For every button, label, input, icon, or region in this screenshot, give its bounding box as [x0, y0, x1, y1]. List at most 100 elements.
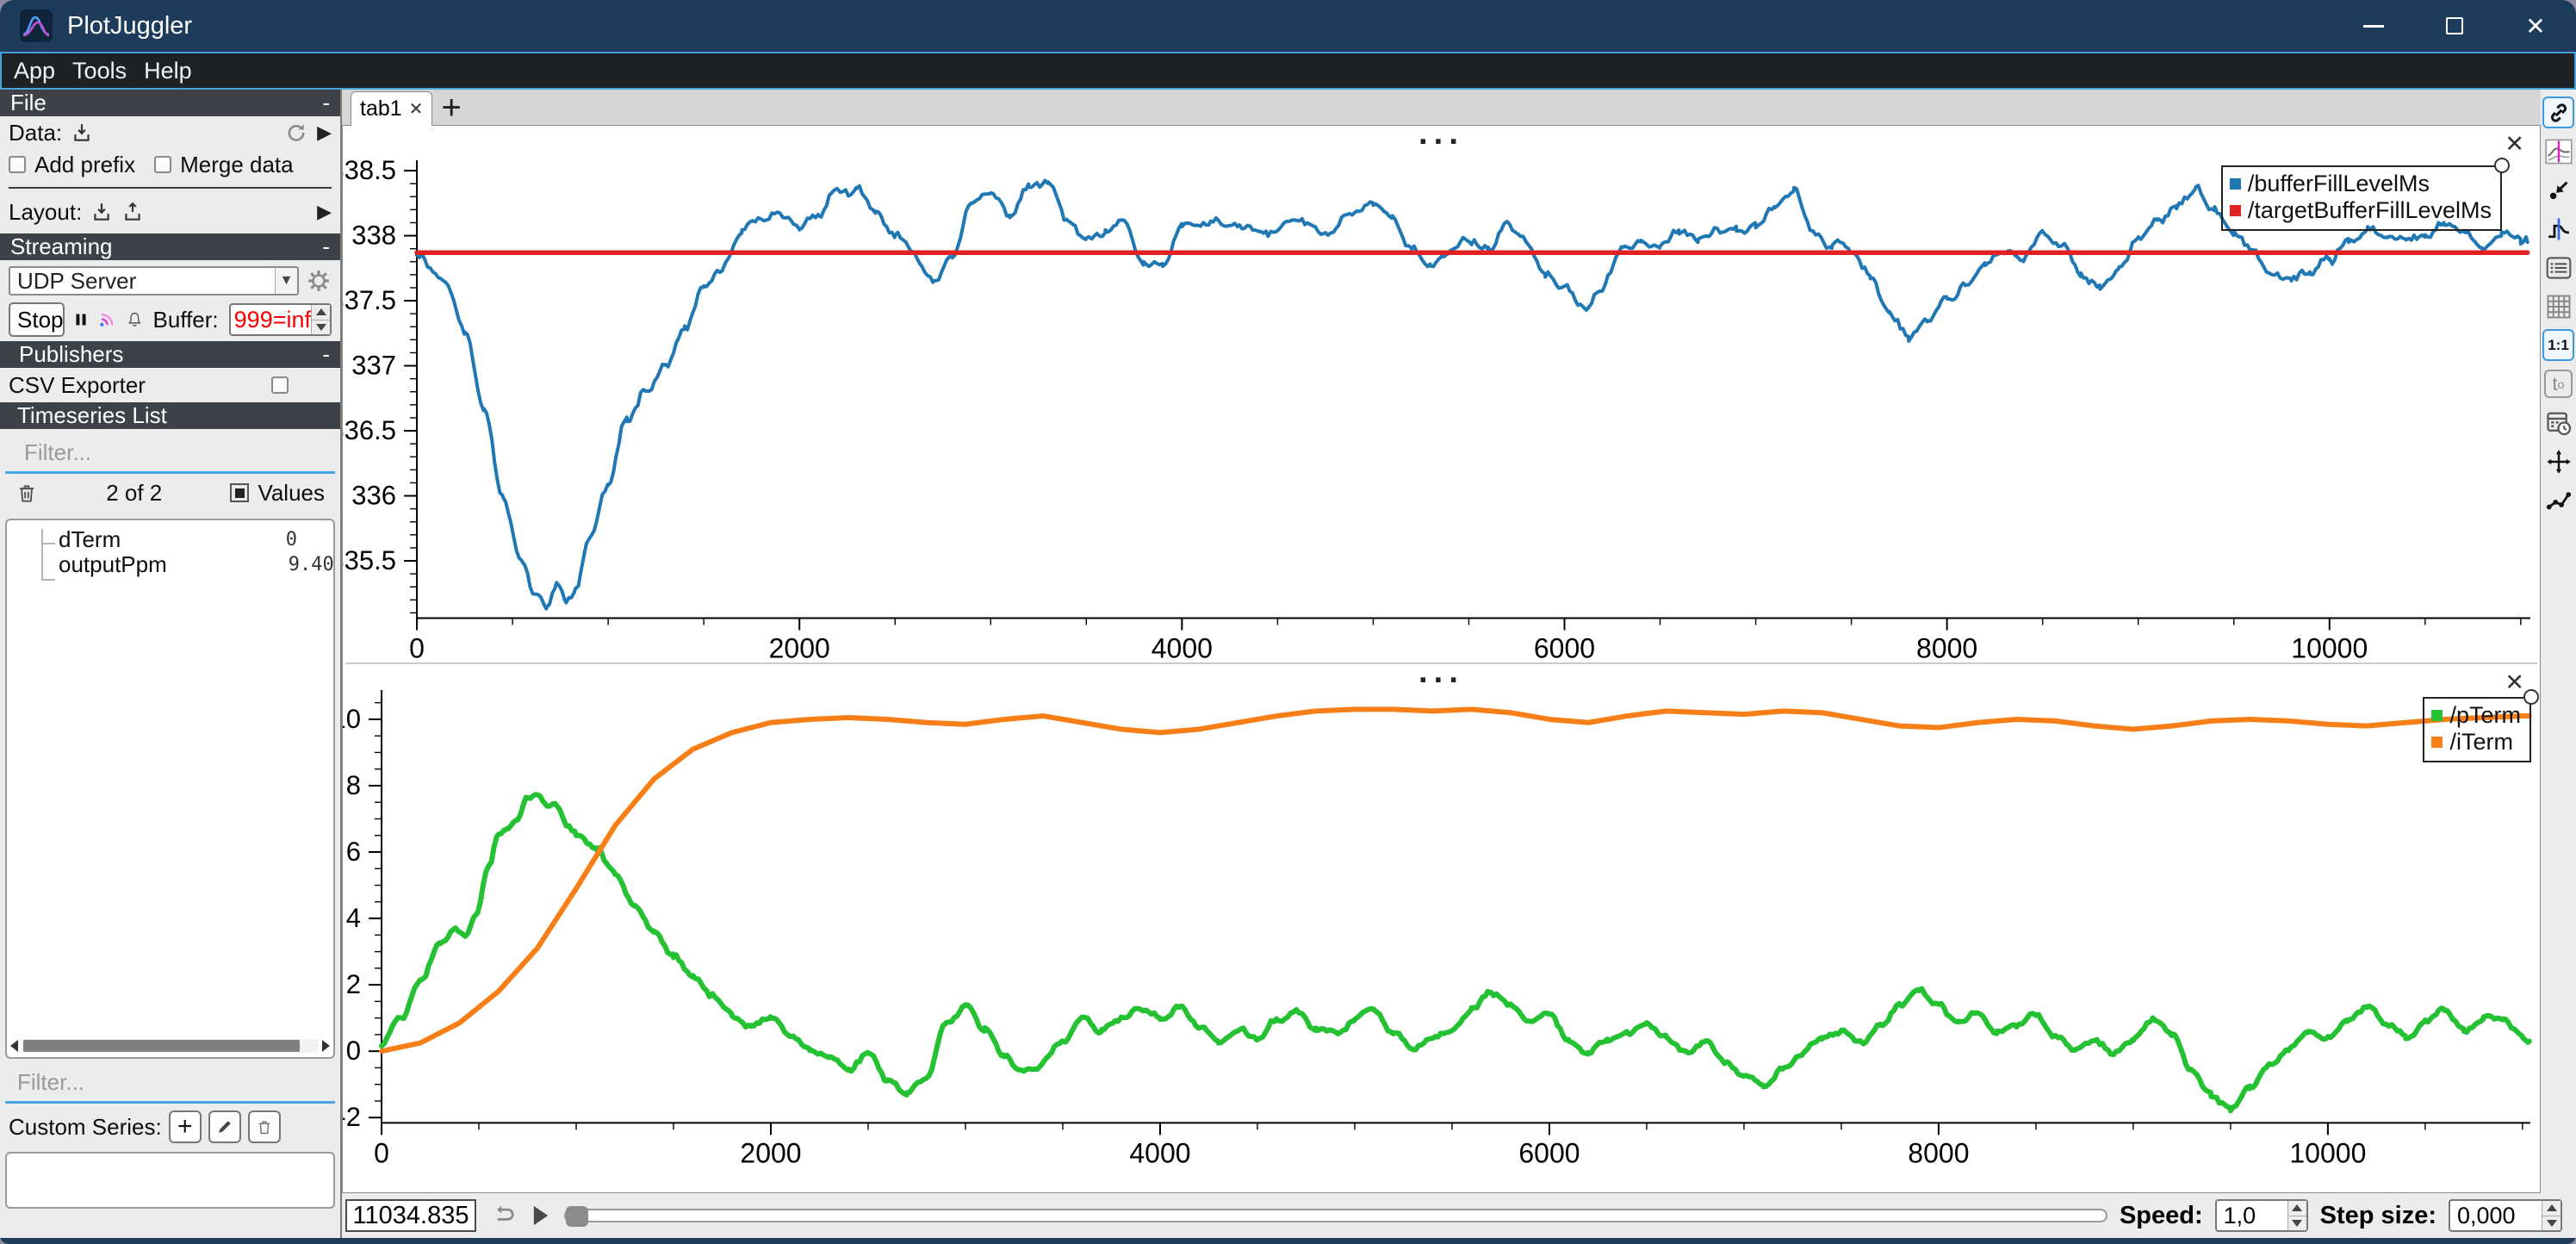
tree-horizontal-scrollbar[interactable] [10, 1038, 330, 1054]
line-style-button[interactable] [2542, 484, 2574, 516]
plot-legend[interactable]: /bufferFillLevelMs/targetBufferFillLevel… [2221, 165, 2502, 231]
tab-tab1[interactable]: tab1 ✕ [351, 91, 432, 126]
timeline-slider[interactable] [564, 1209, 2107, 1222]
timeseries-count-row: 2 of 2 Values [0, 474, 340, 512]
section-timeseries-list[interactable]: Timeseries List [0, 402, 340, 429]
data-menu-arrow-icon[interactable]: ▶ [317, 121, 332, 144]
values-checkbox[interactable] [230, 483, 249, 502]
loop-icon[interactable] [488, 1203, 518, 1228]
pid-terms-chart[interactable]: -202468100200040006000800010000 [343, 664, 2540, 1191]
streaming-options-gear-icon[interactable] [306, 268, 332, 294]
y-tick-label: 4 [346, 903, 361, 933]
datetime-button[interactable] [2542, 407, 2574, 439]
stream-notifications-icon[interactable] [97, 308, 116, 332]
relative-time-button[interactable]: to [2542, 368, 2574, 400]
grid-layout-button[interactable] [2542, 290, 2574, 322]
add-custom-series-button[interactable]: + [169, 1110, 202, 1143]
legend-item[interactable]: /bufferFillLevelMs [2230, 171, 2492, 197]
plot-drag-handle[interactable]: ··· [343, 666, 2540, 695]
x-tick-label: 6000 [1518, 1137, 1580, 1168]
scrollbar-thumb[interactable] [23, 1040, 300, 1052]
legend-resize-grip[interactable] [2494, 158, 2510, 173]
csv-exporter-checkbox[interactable] [271, 376, 289, 394]
buffer-spinbox[interactable]: 999=inf [229, 303, 332, 336]
legend-item[interactable]: /iTerm [2431, 729, 2521, 756]
x-tick-label: 0 [374, 1137, 389, 1168]
collapse-file-icon[interactable]: - [322, 90, 330, 116]
menu-app[interactable]: App [14, 58, 55, 84]
trash-icon [256, 1117, 273, 1136]
layout-menu-arrow-icon[interactable]: ▶ [317, 201, 332, 223]
alerts-bell-icon[interactable] [127, 308, 143, 332]
legend-item[interactable]: /targetBufferFillLevelMs [2230, 197, 2492, 224]
ratio-1-1-button[interactable]: 1:1 [2542, 329, 2574, 361]
section-streaming[interactable]: Streaming - [0, 233, 340, 260]
delete-series-trash-icon[interactable] [16, 481, 38, 505]
close-plot-icon[interactable]: ✕ [2505, 133, 2524, 156]
pan-view-button[interactable] [2542, 445, 2574, 477]
custom-series-list[interactable] [5, 1152, 335, 1209]
current-time-box[interactable]: 11034.835 [345, 1199, 476, 1232]
combo-dropdown-icon: ▼ [275, 268, 297, 294]
add-prefix-checkbox[interactable] [9, 156, 26, 173]
legend-item[interactable]: /pTerm [2431, 702, 2521, 729]
speed-spinbox[interactable]: 1,0 [2215, 1199, 2308, 1232]
link-x-axis-button[interactable] [2542, 96, 2574, 128]
plot-legend[interactable]: /pTerm/iTerm [2423, 697, 2531, 762]
add-tab-button[interactable]: + [441, 95, 461, 126]
tree-branch [41, 579, 55, 581]
sidebar-divider [9, 187, 332, 189]
minimize-button[interactable] [2333, 0, 2414, 52]
buffer-fill-chart[interactable]: 335.5336336.5337337.5338338.502000400060… [343, 126, 2540, 662]
streaming-controls-row: Stop Buffer: 999=inf [0, 298, 340, 341]
section-file[interactable]: File - [0, 90, 340, 116]
tracker-button[interactable] [2542, 135, 2574, 167]
pause-icon[interactable] [75, 309, 87, 330]
edit-custom-series-button[interactable] [208, 1110, 241, 1143]
timeseries-filter-input[interactable]: Filter... [5, 436, 335, 474]
tab-close-icon[interactable]: ✕ [409, 98, 424, 120]
close-plot-icon[interactable]: ✕ [2505, 671, 2524, 694]
section-publishers[interactable]: Publishers - [0, 341, 340, 368]
csv-exporter-row: CSV Exporter [0, 368, 340, 402]
load-layout-icon[interactable] [90, 201, 113, 223]
step-size-spinbox[interactable]: 0,000 [2449, 1199, 2562, 1232]
timeseries-tree[interactable]: dTerm 0 outputPpm 9.403 [5, 519, 335, 1059]
step-mode-button[interactable] [2542, 213, 2574, 245]
menu-help[interactable]: Help [144, 58, 192, 84]
collapse-streaming-icon[interactable]: - [322, 233, 330, 260]
custom-series-filter-input[interactable]: Filter... [5, 1066, 335, 1104]
plot-buffer-fill[interactable]: 335.5336336.5337337.5338338.502000400060… [343, 126, 2540, 662]
buffer-value: 999=inf [231, 305, 311, 334]
buffer-spin-arrows[interactable] [311, 305, 330, 334]
x-tick-label: 10000 [2289, 1137, 2366, 1168]
reload-data-icon[interactable] [284, 121, 308, 145]
timeline-slider-handle[interactable] [566, 1206, 588, 1227]
tree-item-outputppm[interactable]: outputPpm 9.403 [7, 550, 333, 579]
load-data-icon[interactable] [71, 121, 93, 144]
list-view-button[interactable] [2542, 252, 2574, 283]
spin-down-icon [2547, 1220, 2557, 1227]
stop-streaming-button[interactable]: Stop [9, 302, 65, 337]
streaming-source-select[interactable]: UDP Server ▼ [9, 266, 299, 295]
plot-pid-terms[interactable]: -202468100200040006000800010000 ··· ✕ /p… [343, 664, 2540, 1191]
play-icon[interactable] [530, 1204, 552, 1228]
tree-item-dterm[interactable]: dTerm 0 [7, 520, 333, 550]
save-layout-icon[interactable] [121, 201, 144, 223]
merge-data-checkbox[interactable] [154, 156, 171, 173]
tree-item-value: 9.403 [289, 554, 335, 575]
layout-label: Layout: [9, 199, 82, 226]
legend-color-marker [2431, 737, 2443, 748]
delete-custom-series-button[interactable] [248, 1110, 281, 1143]
collapse-publishers-icon[interactable]: - [322, 341, 330, 368]
plot-drag-handle[interactable]: ··· [343, 128, 2540, 157]
maximize-button[interactable] [2414, 0, 2495, 52]
legend-resize-grip[interactable] [2523, 689, 2539, 705]
scroll-left-icon[interactable] [10, 1040, 18, 1052]
tree-item-value: 0 [286, 529, 297, 550]
menu-tools[interactable]: Tools [72, 58, 127, 84]
scroll-right-icon[interactable] [322, 1040, 330, 1052]
close-button[interactable]: ✕ [2495, 0, 2576, 52]
spin-down-icon [2292, 1220, 2302, 1227]
zoom-to-data-button[interactable] [2542, 174, 2574, 206]
